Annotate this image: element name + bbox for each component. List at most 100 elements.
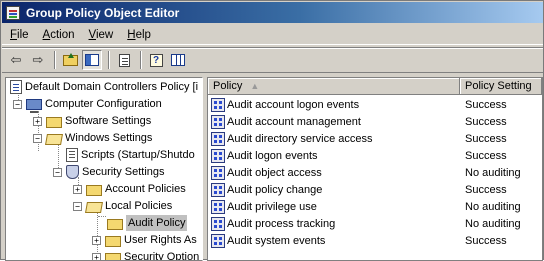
table-row[interactable]: Audit privilege use No auditing	[208, 198, 542, 215]
toolbar-separator	[140, 51, 142, 69]
policy-name: Audit process tracking	[227, 218, 335, 230]
columns-icon	[171, 54, 185, 66]
collapse-icon[interactable]: −	[73, 202, 82, 211]
policy-name: Audit system events	[227, 235, 325, 247]
tree-item-security-settings[interactable]: − Security Settings	[53, 164, 165, 180]
tree-item-user-rights[interactable]: + User Rights As	[92, 232, 197, 248]
forward-arrow-icon[interactable]: ⇨	[28, 50, 48, 70]
details-list[interactable]: Policy▲ Policy Setting Audit account log…	[207, 77, 543, 261]
open-folder-icon	[45, 134, 63, 145]
expand-icon[interactable]: +	[73, 185, 82, 194]
table-row[interactable]: Audit directory service access Success	[208, 130, 542, 147]
policy-setting-value: Success	[460, 133, 542, 145]
folder-icon	[107, 219, 123, 230]
policy-setting-icon	[211, 115, 225, 129]
menu-file[interactable]: File	[4, 25, 35, 45]
folder-up-icon	[63, 55, 78, 66]
policy-setting-value: No auditing	[460, 201, 542, 213]
column-header-policy-setting[interactable]: Policy Setting	[460, 78, 542, 95]
policy-setting-value: Success	[460, 116, 542, 128]
tree-item-label: Audit Policy	[126, 215, 187, 231]
policy-setting-icon	[211, 149, 225, 163]
folder-icon	[46, 117, 62, 128]
group-policy-app-icon	[6, 6, 20, 20]
console-tree[interactable]: Default Domain Controllers Policy [i − C…	[5, 77, 203, 261]
policy-setting-icon	[211, 234, 225, 248]
toolbar-separator	[108, 51, 110, 69]
help-button[interactable]: ?	[146, 50, 166, 70]
tree-item-root[interactable]: Default Domain Controllers Policy [i	[10, 79, 198, 95]
policy-setting-icon	[211, 132, 225, 146]
sort-ascending-icon: ▲	[250, 81, 259, 91]
show-hide-tree-button[interactable]	[82, 50, 102, 70]
tree-item-windows-settings[interactable]: − Windows Settings	[33, 130, 152, 146]
policy-setting-icon	[211, 200, 225, 214]
tree-line	[98, 216, 106, 217]
collapse-icon[interactable]: −	[13, 100, 22, 109]
collapse-icon[interactable]: −	[53, 168, 62, 177]
policy-document-icon	[10, 80, 22, 94]
policy-name: Audit object access	[227, 167, 322, 179]
tree-item-account-policies[interactable]: + Account Policies	[73, 181, 186, 197]
up-one-level-button[interactable]	[60, 50, 80, 70]
app-window: Group Policy Object Editor File Action V…	[0, 0, 544, 260]
back-arrow-icon[interactable]: ⇦	[6, 50, 26, 70]
table-row[interactable]: Audit logon events Success	[208, 147, 542, 164]
tree-item-computer-configuration[interactable]: − Computer Configuration	[13, 96, 162, 112]
help-icon: ?	[150, 54, 163, 67]
table-row[interactable]: Audit object access No auditing	[208, 164, 542, 181]
tree-item-label: Computer Configuration	[45, 96, 162, 112]
title-bar[interactable]: Group Policy Object Editor	[2, 2, 543, 23]
tree-item-label: Security Option	[124, 249, 199, 261]
tree-item-label: Scripts (Startup/Shutdo	[81, 147, 195, 163]
column-header-policy[interactable]: Policy▲	[208, 78, 460, 95]
export-list-button[interactable]	[114, 50, 134, 70]
script-icon	[66, 148, 78, 162]
policy-setting-value: No auditing	[460, 167, 542, 179]
open-folder-icon	[85, 202, 103, 213]
menu-bar: File Action View Help	[2, 25, 543, 45]
menu-view[interactable]: View	[83, 25, 120, 45]
policy-name: Audit policy change	[227, 184, 322, 196]
policy-name: Audit privilege use	[227, 201, 317, 213]
tree-item-security-options[interactable]: + Security Option	[92, 249, 199, 261]
collapse-icon[interactable]: −	[33, 134, 42, 143]
table-row[interactable]: Audit system events Success	[208, 232, 542, 249]
tree-item-software-settings[interactable]: + Software Settings	[33, 113, 151, 129]
folder-icon	[86, 185, 102, 196]
tree-item-label: Windows Settings	[65, 130, 152, 146]
tree-item-local-policies[interactable]: − Local Policies	[73, 198, 172, 214]
menu-help[interactable]: Help	[121, 25, 157, 45]
table-row[interactable]: Audit process tracking No auditing	[208, 215, 542, 232]
policy-setting-icon	[211, 98, 225, 112]
tree-item-label: User Rights As	[124, 232, 197, 248]
policy-setting-value: Success	[460, 184, 542, 196]
policy-setting-value: Success	[460, 150, 542, 162]
tree-item-label: Default Domain Controllers Policy [i	[25, 79, 198, 95]
table-row[interactable]: Audit account logon events Success	[208, 96, 542, 113]
table-row[interactable]: Audit policy change Success	[208, 181, 542, 198]
menu-action[interactable]: Action	[37, 25, 81, 45]
computer-icon	[26, 99, 42, 110]
policy-setting-value: Success	[460, 99, 542, 111]
tree-item-label: Account Policies	[105, 181, 186, 197]
policy-name: Audit account management	[227, 116, 361, 128]
tree-item-label: Software Settings	[65, 113, 151, 129]
policy-setting-value: Success	[460, 235, 542, 247]
policy-name: Audit logon events	[227, 150, 318, 162]
folder-icon	[105, 236, 121, 247]
list-header: Policy▲ Policy Setting	[208, 78, 542, 95]
tree-item-scripts[interactable]: Scripts (Startup/Shutdo	[66, 147, 195, 163]
show-hide-action-pane-button[interactable]	[168, 50, 188, 70]
tree-item-label: Security Settings	[82, 164, 165, 180]
export-list-icon	[119, 54, 130, 67]
toolbar: ⇦ ⇨ ?	[2, 47, 543, 73]
expand-icon[interactable]: +	[92, 236, 101, 245]
policy-name: Audit account logon events	[227, 99, 359, 111]
policy-setting-icon	[211, 217, 225, 231]
expand-icon[interactable]: +	[33, 117, 42, 126]
tree-item-label: Local Policies	[105, 198, 172, 214]
window-title: Group Policy Object Editor	[26, 6, 179, 20]
tree-item-audit-policy[interactable]: Audit Policy	[107, 215, 187, 231]
table-row[interactable]: Audit account management Success	[208, 113, 542, 130]
